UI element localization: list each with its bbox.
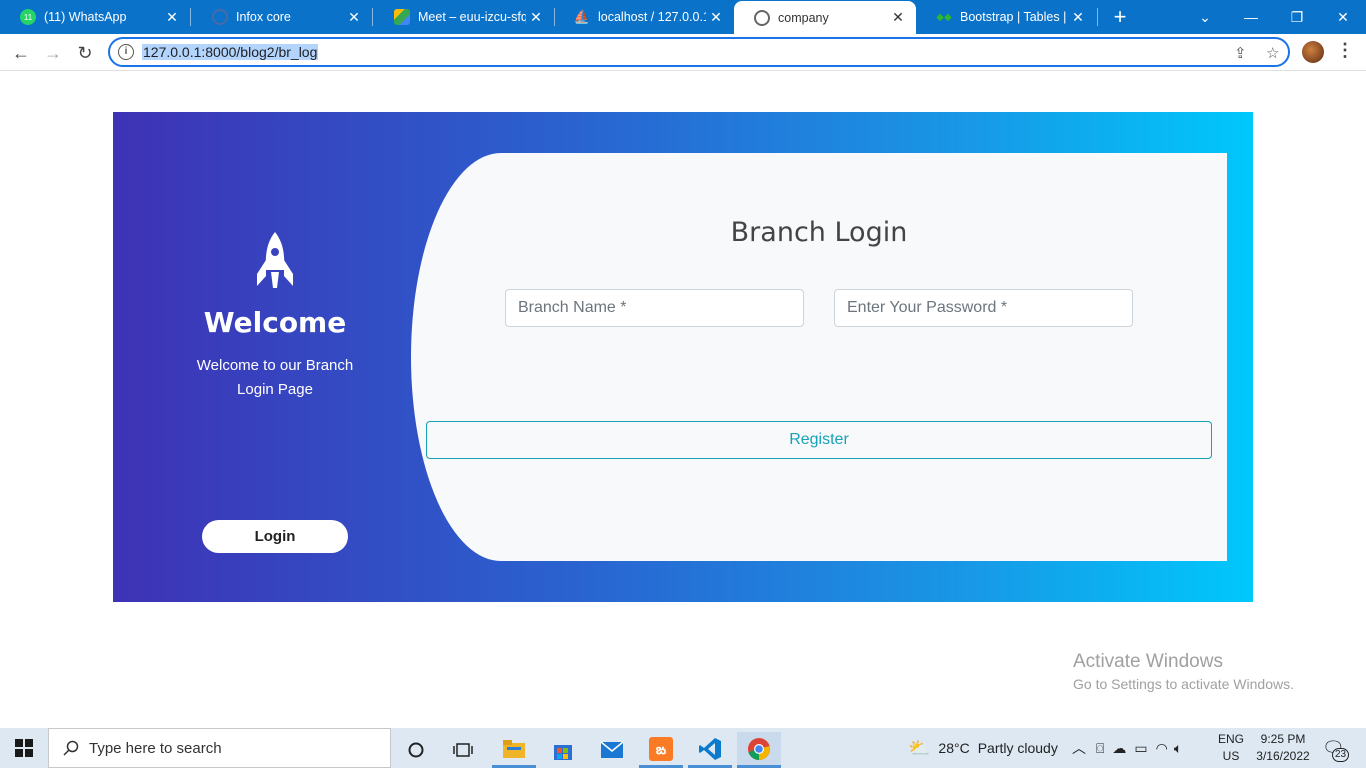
tab-phpmyadmin[interactable]: ⛵ localhost / 127.0.0.1 / ✕ xyxy=(554,0,734,34)
info-icon[interactable]: i xyxy=(118,44,134,60)
phpmyadmin-icon: ⛵ xyxy=(573,9,591,24)
branch-name-input[interactable] xyxy=(505,289,804,327)
taskbar: Type here to search ఙ ⛅ 28°C Partly clou… xyxy=(0,728,1366,768)
xampp-icon[interactable]: ఙ xyxy=(639,732,683,768)
onedrive-icon[interactable]: ☁ xyxy=(1112,740,1126,757)
tab-title: Bootstrap | Tables | Se xyxy=(960,10,1068,24)
password-input[interactable] xyxy=(834,289,1133,327)
clock[interactable]: 9:25 PM 3/16/2022 xyxy=(1252,728,1314,768)
show-hidden-icons-icon[interactable]: ︿ xyxy=(1072,738,1086,758)
start-button[interactable] xyxy=(0,728,48,768)
globe-icon xyxy=(754,9,770,26)
share-icon[interactable]: ⇪ xyxy=(1234,44,1247,62)
tab-whatsapp[interactable]: 11 (11) WhatsApp ✕ xyxy=(0,0,190,34)
star-icon[interactable]: ☆ xyxy=(1266,44,1279,62)
svg-text:ఙ: ఙ xyxy=(656,742,667,758)
search-placeholder: Type here to search xyxy=(89,739,222,757)
wifi-icon[interactable]: ◠ xyxy=(1156,740,1168,757)
close-icon[interactable]: ✕ xyxy=(344,9,364,26)
welcome-panel: Welcome Welcome to our Branch Login Page… xyxy=(113,112,437,602)
form-title: Branch Login xyxy=(730,217,908,248)
reload-button[interactable]: ↻ xyxy=(72,40,98,66)
minimize-button[interactable]: — xyxy=(1228,0,1274,34)
chrome-icon[interactable] xyxy=(737,732,781,768)
notification-count: 23 xyxy=(1332,747,1350,762)
profile-avatar[interactable] xyxy=(1302,41,1324,63)
cortana-icon[interactable] xyxy=(394,732,438,768)
tab-infox[interactable]: Infox core ✕ xyxy=(192,0,372,34)
battery-icon[interactable]: ▭ xyxy=(1134,740,1147,757)
volume-icon[interactable]: 🔈︎ xyxy=(1174,740,1182,757)
tab-search-chevron-icon[interactable]: ⌄ xyxy=(1182,0,1228,34)
url-text[interactable]: 127.0.0.1:8000/blog2/br_log xyxy=(142,44,319,60)
notifications-button[interactable]: 🗨︎ 23 xyxy=(1322,728,1350,768)
menu-icon[interactable]: ⋮ xyxy=(1336,40,1354,61)
vscode-icon[interactable] xyxy=(688,732,732,768)
new-tab-button[interactable]: + xyxy=(1108,4,1132,30)
close-icon[interactable]: ✕ xyxy=(706,9,726,26)
rocket-icon xyxy=(257,232,293,288)
welcome-text: Welcome to our Branch Login Page xyxy=(196,357,354,398)
restore-button[interactable]: ❐ xyxy=(1274,0,1320,34)
microsoft-store-icon[interactable] xyxy=(541,732,585,768)
browser-toolbar: ← → ↻ i 127.0.0.1:8000/blog2/br_log ⇪ ☆ … xyxy=(0,34,1366,71)
system-tray: ︿ ⌼ ☁ ▭ ◠ 🔈︎ xyxy=(1072,728,1182,768)
mail-icon[interactable] xyxy=(590,732,634,768)
close-icon[interactable]: ✕ xyxy=(162,9,182,26)
watermark-title: Activate Windows xyxy=(1073,651,1223,672)
login-form-panel: Branch Login Register xyxy=(411,153,1227,561)
tab-meet[interactable]: Meet – euu-izcu-sfq ✕ xyxy=(374,0,554,34)
region-code: US xyxy=(1222,749,1240,763)
search-icon xyxy=(63,740,79,756)
watermark-subtitle: Go to Settings to activate Windows. xyxy=(1073,676,1294,692)
clock-date: 3/16/2022 xyxy=(1256,749,1310,763)
back-button[interactable]: ← xyxy=(8,40,34,66)
tab-bootstrap[interactable]: ◆◆ Bootstrap | Tables | Se ✕ xyxy=(916,0,1096,34)
language-indicator[interactable]: ENG US xyxy=(1218,728,1244,768)
weather-temp: 28°C xyxy=(938,740,970,756)
address-bar[interactable]: i 127.0.0.1:8000/blog2/br_log ⇪ ☆ xyxy=(108,37,1290,67)
activate-windows-watermark: Activate Windows Go to Settings to activ… xyxy=(1073,651,1294,692)
register-button[interactable]: Register xyxy=(426,421,1212,459)
login-button[interactable]: Login xyxy=(202,520,348,553)
close-icon[interactable]: ✕ xyxy=(888,9,908,26)
tab-title: Meet – euu-izcu-sfq xyxy=(418,10,526,24)
meet-icon xyxy=(394,9,410,25)
window-close-button[interactable]: ✕ xyxy=(1320,0,1366,34)
file-explorer-icon[interactable] xyxy=(492,732,536,768)
tab-title: company xyxy=(778,10,829,25)
whatsapp-icon: 11 xyxy=(20,9,36,25)
login-card: Welcome Welcome to our Branch Login Page… xyxy=(113,112,1253,602)
tab-title: (11) WhatsApp xyxy=(44,10,127,24)
meet-now-icon[interactable]: ⌼ xyxy=(1096,740,1104,757)
welcome-heading: Welcome xyxy=(203,306,347,339)
browser-tabstrip: 11 (11) WhatsApp ✕ Infox core ✕ Meet – e… xyxy=(0,0,1366,34)
partly-cloudy-icon: ⛅ xyxy=(908,737,931,758)
task-view-icon[interactable] xyxy=(441,732,485,768)
weather-desc: Partly cloudy xyxy=(977,740,1058,756)
tab-title: Infox core xyxy=(236,10,291,24)
close-icon[interactable]: ✕ xyxy=(526,9,546,26)
windows-icon xyxy=(15,739,33,757)
tab-title: localhost / 127.0.0.1 / xyxy=(598,10,706,24)
tab-company[interactable]: company ✕ xyxy=(734,1,916,34)
globe-icon xyxy=(212,9,228,25)
taskbar-search[interactable]: Type here to search xyxy=(48,728,391,768)
notification-icon: 🗨︎ 23 xyxy=(1322,738,1350,762)
close-icon[interactable]: ✕ xyxy=(1068,9,1088,26)
bootstrap-icon: ◆◆ xyxy=(936,11,952,23)
weather-widget[interactable]: ⛅ 28°C Partly cloudy xyxy=(908,728,1058,768)
clock-time: 9:25 PM xyxy=(1260,732,1306,746)
forward-button[interactable]: → xyxy=(40,40,66,66)
language-code: ENG xyxy=(1218,732,1245,746)
